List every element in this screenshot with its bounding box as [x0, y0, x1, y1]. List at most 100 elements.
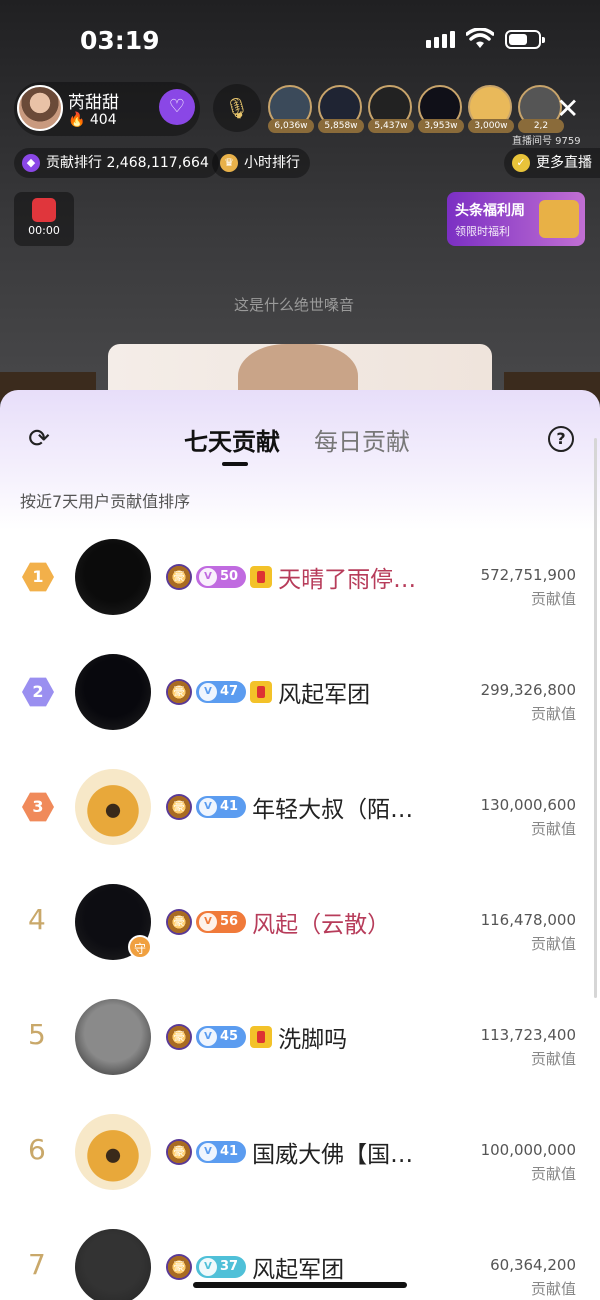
user-badges: 豪 V 47 风起军团: [166, 675, 370, 709]
contribution-value: 116,478,000: [480, 911, 576, 929]
close-icon[interactable]: ✕: [556, 92, 579, 125]
live-icon: ✓: [512, 154, 530, 172]
crown-icon: ♛: [220, 154, 238, 172]
follow-button[interactable]: ♡: [159, 89, 195, 125]
viewer-contribution: 3,000w: [468, 119, 514, 133]
viewer-avatar[interactable]: 6,036w: [268, 85, 314, 133]
mic-link-button[interactable]: 🎙: [213, 84, 261, 132]
ranking-row[interactable]: 2 豪 V 47 风起军团 299,326,800 贡献值: [0, 647, 600, 762]
danmaku-message: 这是什么绝世嗓音: [234, 296, 355, 314]
user-name[interactable]: 年轻大叔（陌…: [252, 790, 413, 824]
level-v-icon: V: [199, 798, 217, 816]
vip-emblem-icon: 豪: [166, 1024, 192, 1050]
level-v-icon: V: [199, 1028, 217, 1046]
vip-emblem-icon: 豪: [166, 564, 192, 590]
user-name[interactable]: 国威大佛【国…: [252, 1135, 413, 1169]
user-level: 45: [220, 1029, 239, 1044]
viewer-avatar[interactable]: 3,953w: [418, 85, 464, 133]
rank-medal-icon: 3: [22, 792, 54, 822]
user-avatar[interactable]: [75, 539, 151, 615]
ranking-row[interactable]: 7 豪 V 37 风起军团 60,364,200 贡献值: [0, 1222, 600, 1300]
contribution-value: 572,751,900: [480, 566, 576, 584]
ranking-row[interactable]: 4 守豪 V 56 风起（云散） 116,478,000 贡献值: [0, 877, 600, 992]
user-name[interactable]: 风起（云散）: [252, 905, 390, 939]
ranking-row[interactable]: 5 豪 V 45 洗脚吗 113,723,400 贡献值: [0, 992, 600, 1107]
microphone-icon: 🎙: [224, 96, 250, 120]
ranking-row[interactable]: 1 豪 V 50 天晴了雨停… 572,751,900 贡献值: [0, 532, 600, 647]
user-name[interactable]: 天晴了雨停…: [278, 560, 416, 594]
user-avatar[interactable]: [75, 1229, 151, 1300]
hourly-rank-label: 小时排行: [244, 155, 300, 171]
help-icon[interactable]: ?: [548, 426, 574, 452]
contribution-value-label: 贡献值: [530, 705, 576, 723]
host-avatar[interactable]: [17, 85, 63, 131]
tab-seven-day[interactable]: 七天贡献: [184, 422, 280, 457]
viewer-avatar[interactable]: 5,437w: [368, 85, 414, 133]
contribution-rank-button[interactable]: ◆ 贡献排行 2,468,117,664: [14, 148, 219, 178]
home-indicator[interactable]: [193, 1282, 407, 1288]
rank-medal-icon: 2: [22, 677, 54, 707]
vip-emblem-icon: 豪: [166, 909, 192, 935]
vip-emblem-icon: 豪: [166, 1139, 192, 1165]
welfare-week-banner[interactable]: 头条福利周 领限时福利: [447, 192, 585, 246]
rank-number: 5: [28, 1018, 46, 1051]
contribution-value: 113,723,400: [480, 1026, 576, 1044]
tab-indicator: [222, 462, 248, 466]
rank-number: 7: [28, 1248, 46, 1281]
welfare-title: 头条福利周: [455, 203, 525, 219]
user-badges: 豪 V 56 风起（云散）: [166, 905, 390, 939]
cellular-signal-icon: [426, 31, 455, 48]
viewer-list[interactable]: 6,036w 5,858w 5,437w 3,953w 3,000w 2,2: [268, 85, 564, 133]
user-badges: 豪 V 37 风起军团: [166, 1250, 344, 1284]
viewer-contribution: 5,437w: [368, 119, 414, 133]
treasure-chest-icon: [539, 200, 579, 238]
more-live-button[interactable]: ✓ 更多直播: [504, 148, 600, 178]
hourly-rank-button[interactable]: ♛ 小时排行: [212, 148, 310, 178]
user-badges: 豪 V 50 天晴了雨停…: [166, 560, 416, 594]
user-level-badge: V 47: [196, 681, 247, 703]
user-name[interactable]: 洗脚吗: [278, 1020, 347, 1054]
contribution-value-label: 贡献值: [530, 820, 576, 838]
fan-medal-icon: [250, 1026, 273, 1048]
diamond-icon: ◆: [22, 154, 40, 172]
refresh-icon[interactable]: ⟳: [24, 424, 54, 454]
tab-daily[interactable]: 每日贡献: [314, 422, 410, 457]
ranking-row[interactable]: 3 豪 V 41 年轻大叔（陌… 130,000,600 贡献值: [0, 762, 600, 877]
user-level: 56: [220, 914, 239, 929]
welfare-subtitle: 领限时福利: [455, 225, 510, 238]
user-level-badge: V 41: [196, 796, 247, 818]
rank-medal-icon: 1: [22, 562, 54, 592]
host-popularity: 🔥 404: [68, 112, 117, 128]
user-avatar[interactable]: [75, 769, 151, 845]
contribution-value: 299,326,800: [480, 681, 576, 699]
user-level: 50: [220, 569, 239, 584]
room-id: 直播间号 9759: [512, 136, 581, 147]
battery-icon: [505, 30, 545, 49]
level-v-icon: V: [199, 683, 217, 701]
viewer-contribution: 5,858w: [318, 119, 364, 133]
user-avatar[interactable]: [75, 654, 151, 730]
ranking-description: 按近7天用户贡献值排序: [20, 492, 191, 511]
user-name[interactable]: 风起军团: [278, 675, 370, 709]
user-level: 37: [220, 1259, 239, 1274]
user-badges: 豪 V 41 年轻大叔（陌…: [166, 790, 413, 824]
contribution-value-label: 贡献值: [530, 590, 576, 608]
red-packet-timer: 00:00: [28, 224, 60, 237]
red-packet-button[interactable]: 00:00: [14, 192, 74, 246]
viewer-avatar[interactable]: 5,858w: [318, 85, 364, 133]
host-info[interactable]: 芮甜甜 🔥 404 ♡: [14, 82, 200, 136]
ranking-row[interactable]: 6 豪 V 41 国威大佛【国… 100,000,000 贡献值: [0, 1107, 600, 1222]
user-avatar[interactable]: [75, 999, 151, 1075]
fan-medal-icon: [250, 681, 273, 703]
guard-badge-icon: 守: [128, 935, 152, 959]
level-v-icon: V: [199, 1258, 217, 1276]
contribution-value: 60,364,200: [490, 1256, 576, 1274]
viewer-contribution: 3,953w: [418, 119, 464, 133]
user-name[interactable]: 风起军团: [252, 1250, 344, 1284]
contribution-value: 100,000,000: [480, 1141, 576, 1159]
vip-emblem-icon: 豪: [166, 1254, 192, 1280]
user-avatar[interactable]: [75, 1114, 151, 1190]
viewer-avatar[interactable]: 3,000w: [468, 85, 514, 133]
contribution-value-label: 贡献值: [530, 1165, 576, 1183]
user-level: 41: [220, 799, 239, 814]
